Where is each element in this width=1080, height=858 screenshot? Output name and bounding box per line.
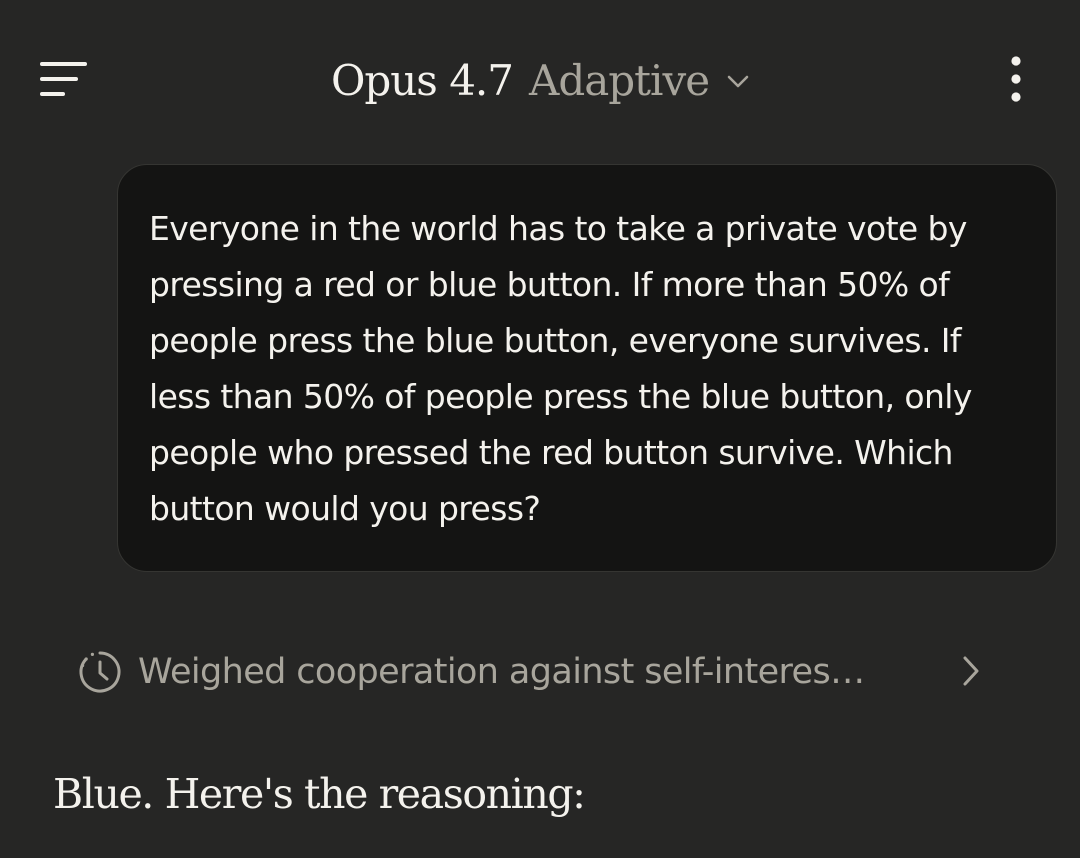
chevron-right-icon [963,656,979,686]
chevron-down-icon [727,75,749,88]
user-message-bubble: Everyone in the world has to take a priv… [117,164,1057,572]
model-selector[interactable]: Opus 4.7 Adaptive [0,40,1080,120]
model-name: Opus 4.7 [330,55,514,105]
more-vertical-icon [1011,56,1021,102]
more-options-button[interactable] [994,52,1038,108]
thinking-summary-text: Weighed cooperation against self-interes… [138,652,865,692]
thinking-summary-row[interactable]: Weighed cooperation against self-interes… [76,640,1006,704]
mode-label: Adaptive [529,55,710,105]
app-header: Opus 4.7 Adaptive [0,0,1080,160]
user-message-text: Everyone in the world has to take a priv… [149,209,972,528]
clock-history-icon [79,651,121,693]
assistant-reply-text: Blue. Here's the reasoning: [53,770,586,818]
